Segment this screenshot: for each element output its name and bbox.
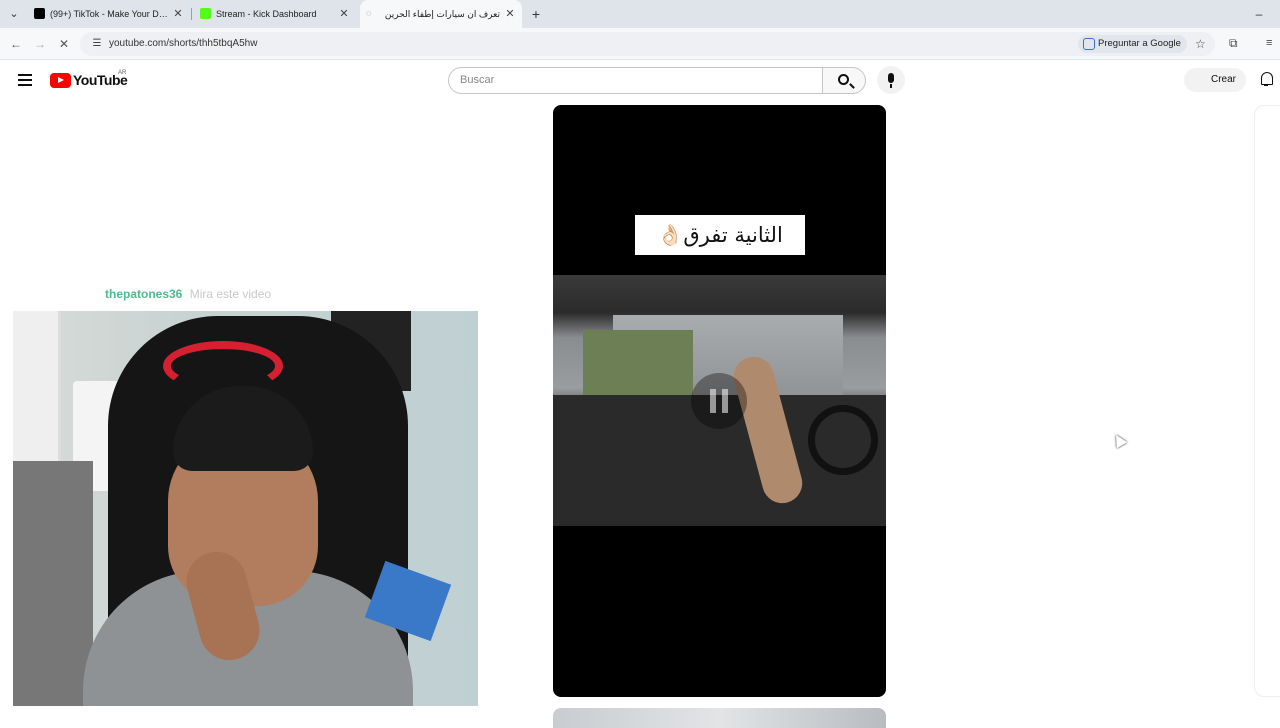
bookmark-star-icon[interactable]: ☆ [1195,32,1206,56]
search-input[interactable]: Buscar [448,67,823,94]
google-lens-icon [1083,38,1095,50]
youtube-header: YouTube AR Buscar Crear [0,60,1280,100]
search-placeholder: Buscar [460,74,495,86]
stream-chat-overlay: thepatones36 Mira este video [105,287,271,301]
video-steering-wheel [808,405,878,475]
close-icon[interactable]: ✕ [338,0,350,28]
tab-title: تعرف ان سيارات إطفاء الحرين [384,9,500,19]
notifications-bell-icon[interactable] [1259,72,1273,87]
tab-search-chevron-icon[interactable]: ⌄ [6,6,22,22]
shorts-player[interactable]: الثانية تفرق👌🏻 [553,105,886,697]
hamburger-menu-icon[interactable] [18,74,32,86]
short-video-frame[interactable] [553,275,886,526]
shorts-action-panel-edge [1254,105,1280,697]
create-button[interactable]: Crear [1184,68,1246,92]
webcam-sofa [13,461,93,706]
tab-youtube-short[interactable]: ◌ تعرف ان سيارات إطفاء الحرين ✕ [360,0,522,28]
tab-tiktok[interactable]: (99+) TikTok - Make Your Day ✕ [28,0,190,28]
youtube-logo-icon[interactable] [50,73,71,88]
tab-title: (99+) TikTok - Make Your Day [50,9,168,19]
ask-google-label: Preguntar a Google [1098,38,1181,49]
kick-favicon-icon [200,8,211,19]
site-info-icon[interactable]: ☰ [90,37,104,51]
new-tab-button[interactable]: + [528,4,544,24]
short-video-caption: الثانية تفرق👌🏻 [635,215,805,255]
browser-tab-strip: ⌄ (99+) TikTok - Make Your Day ✕ Stream … [0,0,1280,28]
webcam-shelf [13,311,61,471]
webcam-feed [13,311,478,706]
browser-toolbar: ← → ✕ ☰ youtube.com/shorts/thh5tbqA5hw P… [0,28,1280,60]
search-icon [838,74,849,85]
tiktok-favicon-icon [34,8,45,19]
stop-loading-button[interactable]: ✕ [56,36,72,52]
extensions-icon[interactable]: ⧉ [1229,36,1243,50]
close-icon[interactable]: ✕ [172,0,184,28]
ask-google-button[interactable]: Preguntar a Google [1078,35,1187,53]
tab-kick[interactable]: Stream - Kick Dashboard ✕ [194,0,356,28]
reading-list-icon[interactable]: ≡ [1266,36,1272,50]
mouse-cursor-icon [1110,431,1128,449]
tab-divider [191,8,192,20]
create-label: Crear [1210,74,1236,85]
forward-button[interactable]: → [32,36,48,52]
close-icon[interactable]: ✕ [504,0,516,28]
voice-search-mic-icon[interactable] [877,66,905,94]
webcam-chair-logo [163,341,283,391]
pause-icon[interactable] [691,373,747,429]
address-bar[interactable]: ☰ youtube.com/shorts/thh5tbqA5hw Pregunt… [80,32,1215,56]
country-code: AR [118,70,127,76]
minimize-window-button[interactable]: – [1252,4,1266,24]
overlay-message: Mira este video [189,287,272,301]
url-text: youtube.com/shorts/thh5tbqA5hw [109,38,258,49]
next-short-preview[interactable] [553,708,886,728]
search-button[interactable] [822,67,866,94]
tab-title: Stream - Kick Dashboard [216,9,317,19]
back-button[interactable]: ← [8,36,24,52]
overlay-username: thepatones36 [105,287,183,301]
loading-favicon-icon: ◌ [366,8,372,18]
